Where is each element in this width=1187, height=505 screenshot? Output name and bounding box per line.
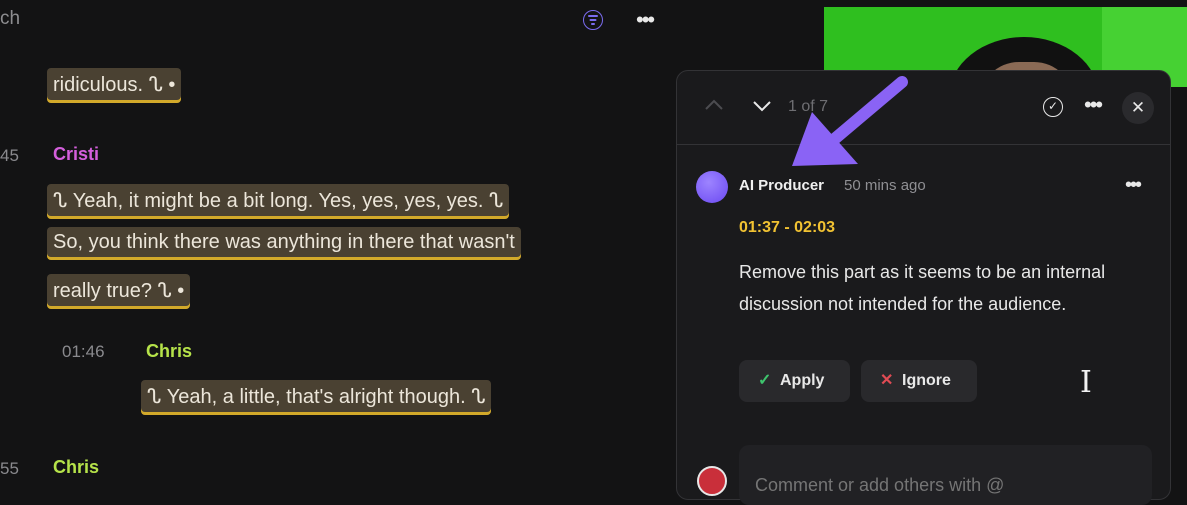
text-cursor-icon: I: [1080, 365, 1092, 400]
transcript-line[interactable]: So, you think there was anything in ther…: [47, 227, 521, 260]
comment-author: AI Producer: [739, 177, 825, 194]
time-range[interactable]: 01:37 - 02:03: [739, 219, 835, 237]
transcript-line[interactable]: really true? ᔐ •: [47, 274, 191, 309]
filter-icon[interactable]: [583, 10, 603, 30]
timestamp[interactable]: 01:46: [62, 342, 105, 362]
transcript-line[interactable]: ᔐ Yeah, a little, that's alright though.…: [141, 380, 492, 415]
check-circle-icon[interactable]: ✓: [1043, 97, 1063, 117]
comment-time: 50 mins ago: [844, 177, 926, 194]
comment-more-icon[interactable]: •••: [1125, 175, 1142, 195]
comment-message: Remove this part as it seems to be an in…: [739, 262, 1106, 314]
divider: [677, 144, 1170, 145]
more-horizontal-icon[interactable]: •••: [636, 9, 655, 31]
chevron-down-icon[interactable]: [752, 99, 772, 118]
speaker-name: Cristi: [53, 144, 100, 164]
ignore-button[interactable]: ✕ Ignore: [861, 360, 977, 402]
speaker-name: Chris: [146, 341, 193, 361]
check-icon: ✓: [758, 372, 772, 389]
avatar: [697, 466, 727, 496]
close-icon[interactable]: ✕: [1122, 92, 1154, 124]
avatar: [696, 171, 728, 203]
apply-label: Apply: [780, 372, 825, 389]
search-fragment[interactable]: ch: [0, 8, 20, 30]
x-icon: ✕: [880, 372, 894, 389]
transcript-line[interactable]: ridiculous. ᔐ •: [47, 68, 182, 103]
speaker-name: Chris: [53, 457, 100, 477]
transcript-line[interactable]: ᔐ Yeah, it might be a bit long. Yes, yes…: [47, 184, 510, 219]
chevron-up-icon[interactable]: [704, 98, 724, 117]
ignore-label: Ignore: [902, 372, 951, 389]
timestamp[interactable]: 55: [0, 459, 19, 479]
apply-button[interactable]: ✓ Apply: [739, 360, 850, 402]
comment-input[interactable]: [739, 445, 1152, 505]
timestamp[interactable]: 45: [0, 146, 19, 166]
more-horizontal-icon[interactable]: •••: [1084, 94, 1103, 116]
comment-counter: 1 of 7: [788, 98, 829, 115]
